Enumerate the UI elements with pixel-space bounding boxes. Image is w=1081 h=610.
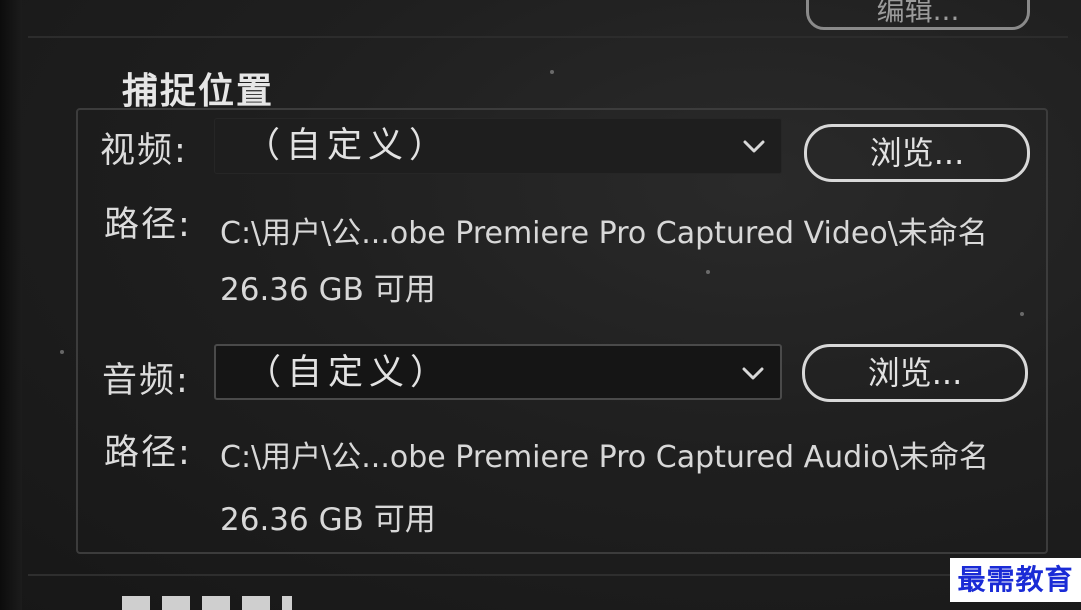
video-browse-button[interactable]: 浏览... (804, 124, 1030, 182)
audio-label: 音频: (102, 361, 190, 401)
audio-location-value: （自定义） (246, 353, 452, 393)
dust-speck (706, 270, 710, 274)
video-free-space: 26.36 GB 可用 (220, 272, 436, 308)
next-section-title-partial (122, 596, 292, 610)
audio-path-label: 路径: (104, 433, 192, 473)
watermark-logo: 最需教育 (950, 558, 1081, 602)
video-path-label: 路径: (104, 205, 192, 245)
audio-location-dropdown[interactable]: （自定义） (214, 344, 782, 400)
dust-speck (550, 70, 554, 74)
audio-browse-button[interactable]: 浏览... (802, 344, 1028, 402)
video-location-value: （自定义） (245, 126, 451, 166)
video-path-value: C:\用户\公...obe Premiere Pro Captured Vide… (220, 216, 988, 251)
divider (28, 574, 1068, 576)
audio-path-value: C:\用户\公...obe Premiere Pro Captured Audi… (220, 440, 990, 475)
audio-free-space: 26.36 GB 可用 (220, 502, 436, 538)
video-label: 视频: (100, 131, 188, 171)
dust-speck (60, 350, 64, 354)
chevron-down-icon (742, 367, 764, 380)
divider (28, 36, 1068, 38)
dust-speck (1020, 312, 1024, 316)
preferences-panel: 编辑... 捕捉位置 视频: （自定义） 浏览... 路径: C:\用户\公..… (0, 0, 1081, 610)
edit-button[interactable]: 编辑... (806, 0, 1030, 30)
section-title: 捕捉位置 (122, 70, 275, 112)
video-location-dropdown[interactable]: （自定义） (214, 118, 782, 174)
window-edge (0, 0, 22, 610)
chevron-down-icon (743, 140, 765, 153)
